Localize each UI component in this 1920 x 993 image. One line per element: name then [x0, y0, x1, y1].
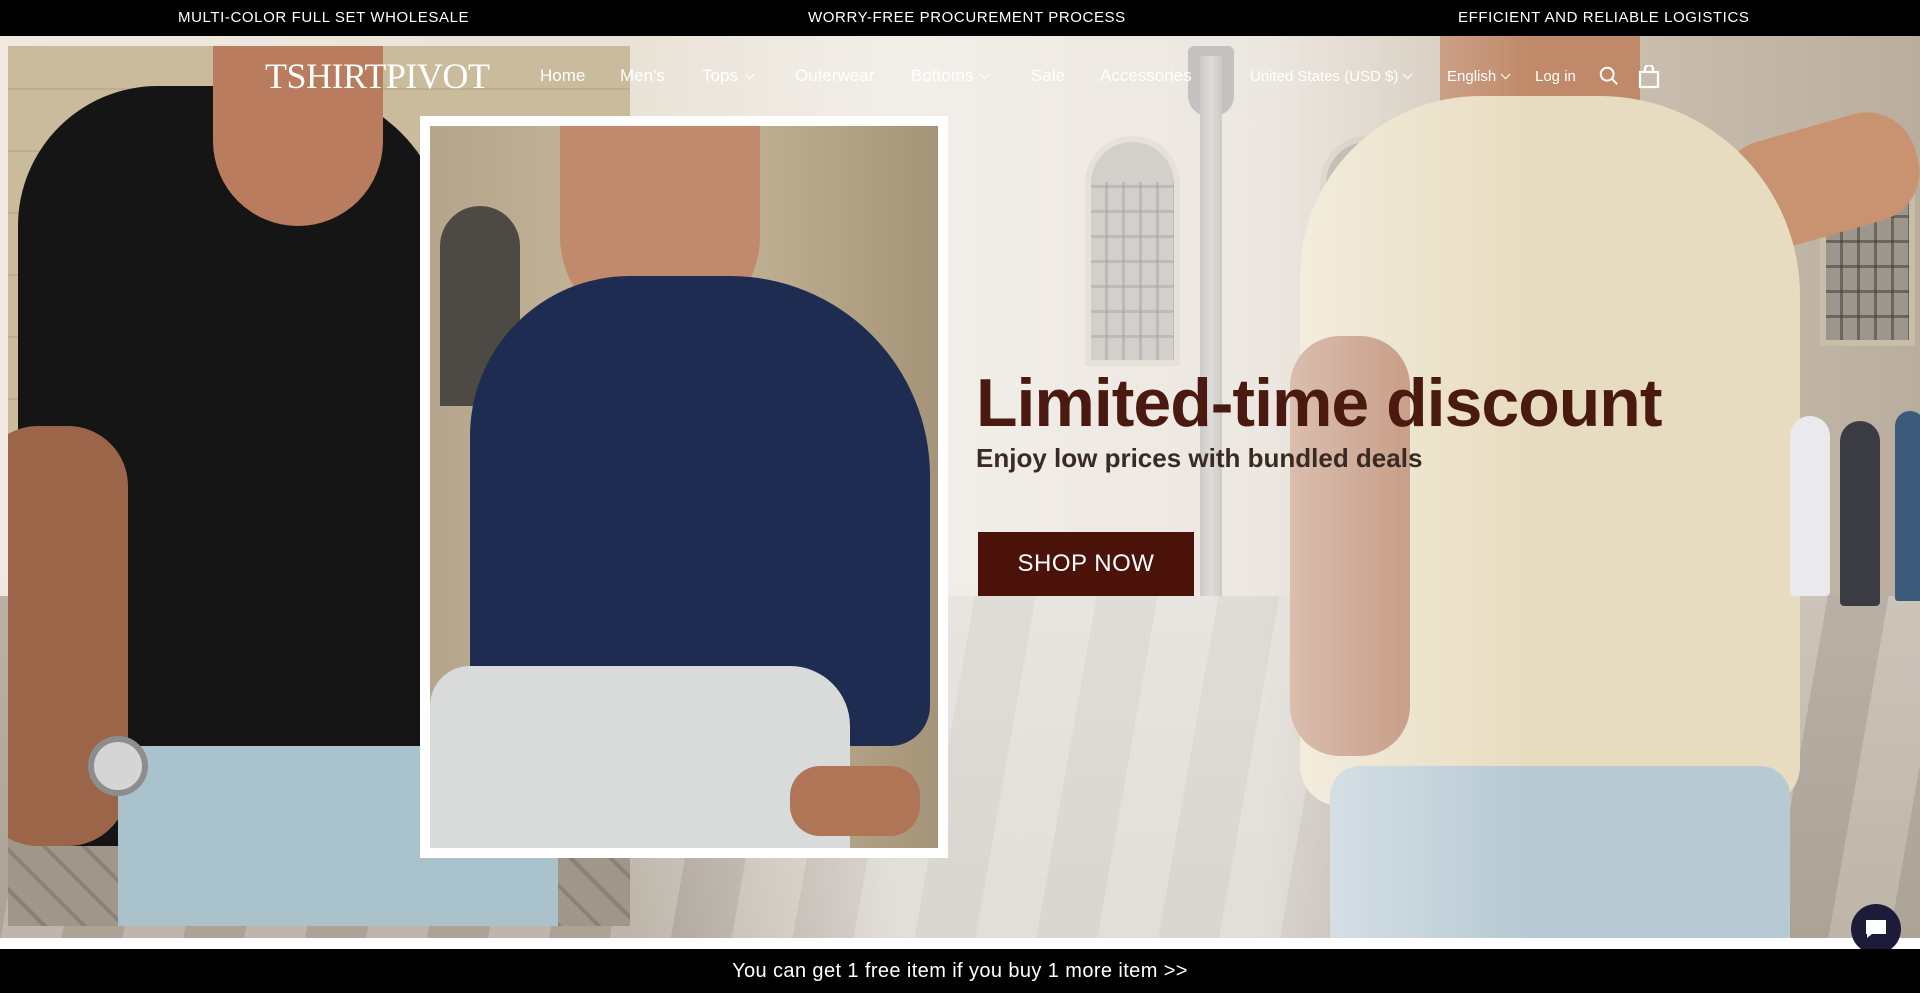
- site-logo[interactable]: TSHIRTPIVOT: [265, 55, 490, 97]
- nav-outerwear[interactable]: Outerwear: [795, 66, 874, 86]
- announcement-center: WORRY-FREE PROCUREMENT PROCESS: [808, 9, 1126, 26]
- chat-button[interactable]: [1851, 904, 1901, 954]
- free-item-promo-bar[interactable]: You can get 1 free item if you buy 1 mor…: [0, 949, 1920, 993]
- announcement-left: MULTI-COLOR FULL SET WHOLESALE: [178, 9, 470, 26]
- announcement-bar: MULTI-COLOR FULL SET WHOLESALE WORRY-FRE…: [0, 0, 1920, 36]
- language-selector[interactable]: English: [1447, 68, 1511, 85]
- search-icon[interactable]: [1598, 65, 1622, 89]
- nav-sale-label: Sale: [1031, 66, 1066, 85]
- nav-mens-label: Men's: [620, 66, 665, 85]
- model-navy-shirt-photo: [420, 116, 948, 858]
- login-link[interactable]: Log in: [1535, 68, 1576, 85]
- country-selector[interactable]: United States (USD $): [1250, 68, 1413, 85]
- nav-accessories-label: Accessories: [1100, 66, 1192, 85]
- shop-now-button[interactable]: SHOP NOW: [978, 532, 1194, 596]
- nav-accessories[interactable]: Accessories: [1100, 66, 1192, 86]
- nav-outerwear-label: Outerwear: [795, 66, 875, 85]
- nav-tops-label: Tops: [702, 66, 738, 85]
- nav-bottoms-label: Bottoms: [911, 66, 974, 85]
- watch-icon: [88, 736, 148, 796]
- announcement-right: EFFICIENT AND RELIABLE LOGISTICS: [1458, 9, 1750, 26]
- cart-icon[interactable]: [1638, 63, 1662, 89]
- hero-subtitle: Enjoy low prices with bundled deals: [976, 443, 1423, 473]
- chat-icon: [1866, 920, 1886, 938]
- nav-sale[interactable]: Sale: [1031, 66, 1065, 86]
- language-label: English: [1447, 68, 1497, 85]
- nav-bottoms[interactable]: Bottoms: [911, 66, 990, 86]
- country-label: United States (USD $): [1250, 68, 1399, 85]
- hero-banner[interactable]: Limited-time discount Enjoy low prices w…: [0, 36, 1920, 938]
- nav-mens[interactable]: Men's: [620, 66, 665, 86]
- nav-home[interactable]: Home: [540, 66, 585, 86]
- nav-home-label: Home: [540, 66, 586, 85]
- login-label: Log in: [1535, 68, 1576, 85]
- nav-tops[interactable]: Tops: [702, 66, 755, 86]
- hero-title: Limited-time discount: [976, 365, 1662, 441]
- promo-bar-text: You can get 1 free item if you buy 1 mor…: [732, 959, 1188, 982]
